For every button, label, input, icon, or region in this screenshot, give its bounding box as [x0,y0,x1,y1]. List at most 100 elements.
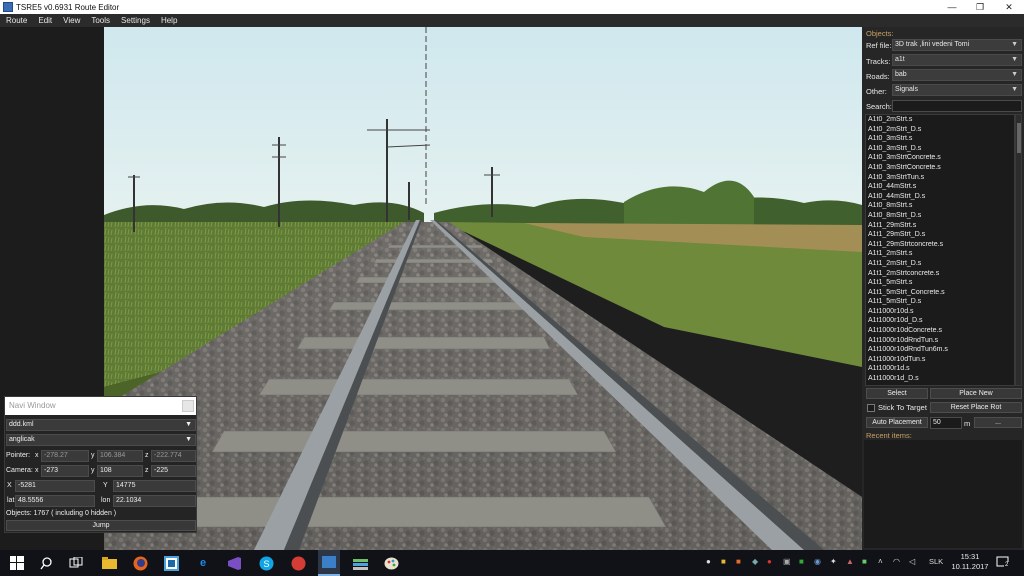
firefox-icon[interactable] [132,555,148,571]
object-list-item[interactable]: A1t1_29mStrt_D.s [866,230,1014,240]
pointer-z-field[interactable]: -222.774 [151,450,196,462]
tile-y-field[interactable]: 14775 [113,480,196,492]
select-button[interactable]: Select [866,388,928,399]
ref-file-select[interactable]: 3D trak ,lini vedeni Tomi ▼ [892,39,1022,51]
edge-icon[interactable]: e [195,555,211,571]
volume-icon[interactable]: ◁ [909,557,919,567]
jump-button[interactable]: Jump [6,520,196,531]
3d-viewport[interactable] [104,27,862,550]
lat-field[interactable]: 48.5556 [15,495,95,507]
object-list-item[interactable]: A1t1_2mStrtconcrete.s [866,269,1014,279]
tracks-label: Tracks: [866,57,891,66]
menu-settings[interactable]: Settings [121,16,150,25]
object-list-item[interactable]: A1t1_2mStrt.s [866,249,1014,259]
tray-icon-4[interactable]: ◆ [752,557,762,567]
objects-list[interactable]: A1t0_2mStrt.s A1t0_2mStrt_D.s A1t0_3mStrt.… [865,114,1015,386]
tray-icon-2[interactable]: ■ [721,557,731,567]
paint-icon[interactable] [383,555,399,571]
object-list-item[interactable]: A1t1000r1d.s [866,364,1014,374]
object-list-item[interactable]: A1t1000r10d_D.s [866,316,1014,326]
object-list-item[interactable]: A1t1000r10dConcrete.s [866,326,1014,336]
tray-icon-11[interactable]: ■ [862,557,872,567]
pointer-y-field[interactable]: 106.384 [97,450,143,462]
object-list-item[interactable]: A1t1_5mStrt_D.s [866,297,1014,307]
minimize-button[interactable]: — [938,0,966,14]
app-icon-stack[interactable] [352,555,368,571]
task-view-icon[interactable] [68,555,84,571]
object-list-item[interactable]: A1t0_8mStrt_D.s [866,211,1014,221]
search-icon[interactable] [38,555,54,571]
wifi-icon[interactable]: ◠ [893,557,903,567]
object-list-item[interactable]: A1t0_3mStrtTun.s [866,173,1014,183]
reset-place-rot-button[interactable]: Reset Place Rot [930,402,1022,413]
object-list-item[interactable]: A1t1_5mStrt_Concrete.s [866,288,1014,298]
menu-tools[interactable]: Tools [91,16,110,25]
tracks-select[interactable]: a1t ▼ [892,54,1022,66]
object-list-item[interactable]: A1t1_29mStrt.s [866,221,1014,231]
menu-route[interactable]: Route [6,16,27,25]
app-icon-frame[interactable] [163,555,179,571]
app-icon-red[interactable] [290,555,306,571]
camera-x-field[interactable]: -273 [41,465,89,477]
more-button[interactable]: ... [974,417,1022,428]
visual-studio-icon[interactable] [226,555,242,571]
maximize-button[interactable]: ❐ [966,0,994,14]
tray-icon-6[interactable]: ▣ [783,557,793,567]
navi-close-icon[interactable] [182,400,194,412]
close-button[interactable]: ✕ [995,0,1023,14]
tray-icon-7[interactable]: ■ [799,557,809,567]
camera-y-field[interactable]: 108 [97,465,143,477]
object-list-item[interactable]: A1t0_8mStrt.s [866,201,1014,211]
other-select[interactable]: Signals ▼ [892,84,1022,96]
navi-profile-select[interactable]: anglicak ▼ [6,434,196,446]
tray-icon-9[interactable]: ✦ [830,557,840,567]
recent-items-list[interactable] [864,440,1022,548]
navi-file-select[interactable]: ddd.kml ▼ [6,419,196,431]
object-list-item[interactable]: A1t1_5mStrt.s [866,278,1014,288]
place-new-button[interactable]: Place New [930,388,1022,399]
pointer-x-field[interactable]: -278.27 [41,450,89,462]
object-list-item[interactable]: A1t0_2mStrt.s [866,115,1014,125]
object-list-item[interactable]: A1t1_2mStrt_D.s [866,259,1014,269]
scrollbar-thumb[interactable] [1017,123,1021,153]
tray-icon-5[interactable]: ● [767,557,777,567]
menu-view[interactable]: View [63,16,80,25]
object-list-item[interactable]: A1t0_2mStrt_D.s [866,125,1014,135]
auto-placement-distance-input[interactable]: 50 [930,417,962,429]
roads-select[interactable]: bab ▼ [892,69,1022,81]
object-list-item[interactable]: A1t1000r10dRndTun.s [866,336,1014,346]
tray-icon-10[interactable]: ▲ [846,557,856,567]
language-indicator[interactable]: SLK [929,557,947,567]
object-list-item[interactable]: A1t0_44mStrt.s [866,182,1014,192]
navi-window-titlebar[interactable]: Navi Window [5,397,196,415]
stick-to-target-checkbox[interactable] [867,404,875,412]
chevron-up-icon[interactable]: ˄ [878,557,888,567]
tray-icon-8[interactable]: ◉ [814,557,824,567]
object-list-item[interactable]: A1t1000r10d.s [866,307,1014,317]
object-list-item[interactable]: A1t1_29mStrtconcrete.s [866,240,1014,250]
tile-x-field[interactable]: -5281 [15,480,95,492]
menu-edit[interactable]: Edit [38,16,52,25]
object-list-item[interactable]: A1t0_3mStrtConcrete.s [866,153,1014,163]
object-list-item[interactable]: A1t1000r10dTun.s [866,355,1014,365]
auto-placement-button[interactable]: Auto Placement [866,417,928,428]
object-list-item[interactable]: A1t0_3mStrt_D.s [866,144,1014,154]
skype-icon[interactable]: S [258,555,274,571]
camera-z-field[interactable]: -225 [151,465,196,477]
object-list-item[interactable]: A1t0_3mStrtConcrete.s [866,163,1014,173]
object-list-item[interactable]: A1t0_44mStrt_D.s [866,192,1014,202]
objects-list-scrollbar[interactable] [1015,114,1022,386]
tsre5-taskbar-button[interactable] [318,550,340,576]
notification-icon[interactable]: 2 [996,556,1010,569]
lon-field[interactable]: 22.1034 [113,495,196,507]
windows-start-icon[interactable] [9,555,25,571]
tray-icon-3[interactable]: ■ [736,557,746,567]
object-list-item[interactable]: A1t0_3mStrt.s [866,134,1014,144]
search-input[interactable] [892,100,1022,112]
object-list-item[interactable]: A1t1000r10dRndTun6m.s [866,345,1014,355]
object-list-item[interactable]: A1t1000r1d_D.s [866,374,1014,384]
tray-icon-1[interactable]: ● [706,557,716,567]
clock[interactable]: 15:31 10.11.2017 [950,552,990,572]
file-explorer-icon[interactable] [101,555,117,571]
menu-help[interactable]: Help [161,16,177,25]
